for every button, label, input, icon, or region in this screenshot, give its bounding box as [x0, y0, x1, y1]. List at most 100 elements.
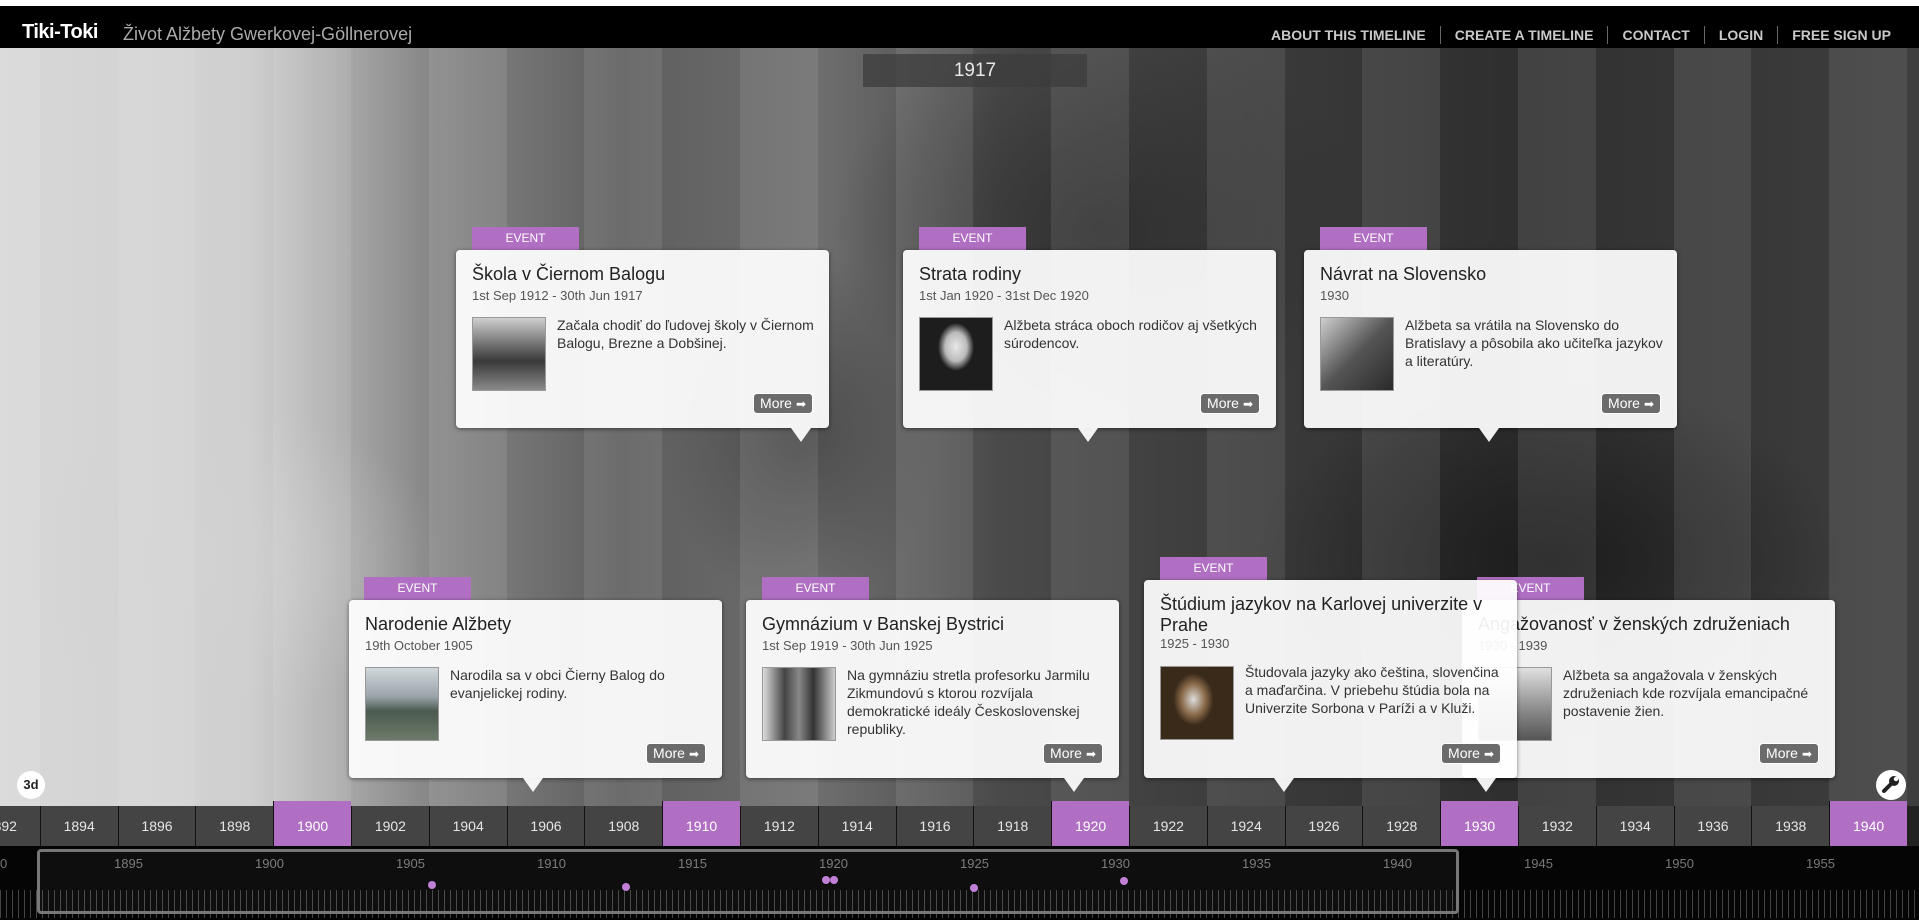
event-card[interactable]: Angažovanosť v ženských združeniach 1930… — [1462, 600, 1835, 778]
nav-contact[interactable]: CONTACT — [1607, 26, 1703, 44]
more-button[interactable]: More ➡ — [1759, 743, 1819, 764]
timescale-year[interactable]: 1902 — [351, 806, 429, 846]
card-pointer — [791, 428, 811, 442]
event-tag: EVENT — [472, 227, 579, 250]
more-button[interactable]: More ➡ — [1441, 743, 1501, 764]
event-title: Gymnázium v Banskej Bystrici — [762, 614, 1005, 634]
timescale-year[interactable]: 1938 — [1751, 806, 1830, 846]
event-description: Alžbeta sa angažovala v ženských združen… — [1563, 667, 1809, 719]
overview-year-label: 1950 — [1665, 856, 1694, 871]
event-date: 1st Jan 1920 - 31st Dec 1920 — [919, 288, 1089, 303]
event-thumbnail[interactable] — [1320, 317, 1394, 391]
year-stripe — [273, 48, 351, 836]
more-button[interactable]: More ➡ — [753, 393, 813, 414]
card-pointer — [1479, 428, 1499, 442]
year-stripe — [117, 48, 196, 836]
timescale-year[interactable]: 1896 — [117, 806, 196, 846]
event-thumbnail[interactable] — [919, 317, 993, 391]
timescale-year[interactable]: 1934 — [1595, 806, 1674, 846]
card-pointer — [1274, 778, 1294, 792]
nav-signup[interactable]: FREE SIGN UP — [1777, 26, 1905, 44]
event-card[interactable]: Narodenie Alžbety 19th October 1905 Naro… — [349, 600, 722, 792]
arrow-right-icon: ➡ — [1242, 397, 1253, 411]
event-date: 1st Sep 1912 - 30th Jun 1917 — [472, 288, 643, 303]
timescale-year[interactable]: 1906 — [506, 806, 585, 846]
year-timescale[interactable]: 1892189418961898190019021904190619081910… — [0, 801, 1919, 847]
more-button[interactable]: More ➡ — [1200, 393, 1260, 414]
timescale-year[interactable]: 1930 — [1440, 801, 1518, 847]
timescale-year[interactable]: 1940 — [1829, 801, 1907, 847]
event-date: 1st Sep 1919 - 30th Jun 1925 — [762, 638, 933, 653]
wrench-icon[interactable] — [1876, 770, 1906, 800]
event-tag: EVENT — [1320, 227, 1427, 250]
event-card[interactable]: Škola v Čiernom Balogu 1st Sep 1912 - 30… — [456, 250, 829, 442]
timescale-year[interactable]: 1928 — [1362, 806, 1441, 846]
timescale-year[interactable]: 1936 — [1673, 806, 1752, 846]
arrow-right-icon: ➡ — [795, 397, 806, 411]
event-tag: EVENT — [762, 577, 869, 600]
timescale-year[interactable]: 1900 — [273, 801, 351, 847]
nav-create[interactable]: CREATE A TIMELINE — [1439, 26, 1608, 44]
year-stripe — [1829, 48, 1907, 836]
arrow-right-icon: ➡ — [1643, 397, 1654, 411]
timescale-year[interactable]: 1918 — [973, 806, 1052, 846]
more-button[interactable]: More ➡ — [1043, 743, 1103, 764]
event-card[interactable]: Návrat na Slovensko 1930 Alžbeta sa vrát… — [1304, 250, 1677, 442]
brand-logo[interactable]: Tiki-Toki — [22, 21, 98, 44]
timescale-year[interactable]: 1914 — [817, 806, 896, 846]
more-button[interactable]: More ➡ — [646, 743, 706, 764]
event-card[interactable]: Strata rodiny 1st Jan 1920 - 31st Dec 19… — [903, 250, 1276, 442]
card-pointer — [1476, 778, 1496, 792]
timescale-year[interactable]: 1924 — [1206, 806, 1285, 846]
timescale-year[interactable]: 1894 — [39, 806, 118, 846]
card-pointer — [1078, 428, 1098, 442]
timescale-year[interactable]: 1926 — [1284, 806, 1363, 846]
top-bar: Tiki-Toki Život Alžbety Gwerkovej-Göllne… — [0, 0, 1919, 48]
timescale-year[interactable]: 1932 — [1518, 806, 1596, 846]
nav-about[interactable]: ABOUT THIS TIMELINE — [1257, 26, 1440, 44]
timescale-year[interactable]: 1908 — [584, 806, 663, 846]
event-description: Narodila sa v obci Čierny Balog do evanj… — [450, 667, 665, 701]
arrow-right-icon: ➡ — [1801, 747, 1812, 761]
overview-year-label: 1945 — [1524, 856, 1553, 871]
event-title: Škola v Čiernom Balogu — [472, 264, 666, 284]
event-date: 1925 - 1930 — [1160, 636, 1230, 651]
event-description: Alžbeta sa vrátila na Slovensko do Brati… — [1405, 317, 1663, 369]
arrow-right-icon: ➡ — [1085, 747, 1096, 761]
timescale-year[interactable]: 1916 — [895, 806, 974, 846]
current-year-indicator: 1917 — [863, 54, 1087, 87]
event-tag: EVENT — [1160, 557, 1267, 580]
card-pointer — [523, 778, 543, 792]
overview-view-window[interactable] — [37, 849, 1459, 914]
nav-login[interactable]: LOGIN — [1703, 26, 1777, 44]
timescale-year[interactable]: 1920 — [1051, 801, 1129, 847]
three-d-toggle-button[interactable]: 3d — [17, 771, 45, 799]
timescale-year[interactable]: 1904 — [428, 806, 507, 846]
timescale-year[interactable]: 1912 — [740, 806, 818, 846]
event-description: Na gymnáziu stretla profesorku Jarmilu Z… — [847, 667, 1090, 737]
event-thumbnail[interactable] — [472, 317, 546, 391]
event-title: Štúdium jazykov na Karlovej univerzite v… — [1160, 594, 1483, 635]
event-thumbnail[interactable] — [365, 667, 439, 741]
overview-year-label: 1955 — [1806, 856, 1835, 871]
top-nav: ABOUT THIS TIMELINE CREATE A TIMELINE CO… — [1257, 26, 1905, 44]
timeline-stage[interactable]: Tiki-Toki Život Alžbety Gwerkovej-Göllne… — [0, 0, 1919, 920]
event-date: 19th October 1905 — [365, 638, 473, 653]
timescale-year[interactable]: 1910 — [662, 801, 740, 847]
event-title: Návrat na Slovensko — [1320, 264, 1487, 284]
event-tag: EVENT — [919, 227, 1026, 250]
more-button[interactable]: More ➡ — [1601, 393, 1661, 414]
event-description: Alžbeta stráca oboch rodičov aj všetkých… — [1004, 317, 1257, 351]
event-card[interactable]: Štúdium jazykov na Karlovej univerzite v… — [1144, 580, 1517, 792]
event-thumbnail[interactable] — [1160, 666, 1234, 740]
event-card[interactable]: Gymnázium v Banskej Bystrici 1st Sep 191… — [746, 600, 1119, 792]
event-title: Narodenie Alžbety — [365, 614, 512, 634]
timescale-year[interactable]: 1892 — [0, 806, 40, 846]
event-description: Študovala jazyky ako čeština, slovenčina… — [1245, 664, 1499, 716]
timescale-year[interactable]: 1922 — [1129, 806, 1207, 846]
event-tag: EVENT — [364, 577, 471, 600]
event-description: Začala chodiť do ľudovej školy v Čiernom… — [557, 317, 814, 351]
timescale-year[interactable]: 1898 — [195, 806, 274, 846]
overview-year-label: 0 — [0, 856, 8, 871]
event-thumbnail[interactable] — [762, 667, 836, 741]
